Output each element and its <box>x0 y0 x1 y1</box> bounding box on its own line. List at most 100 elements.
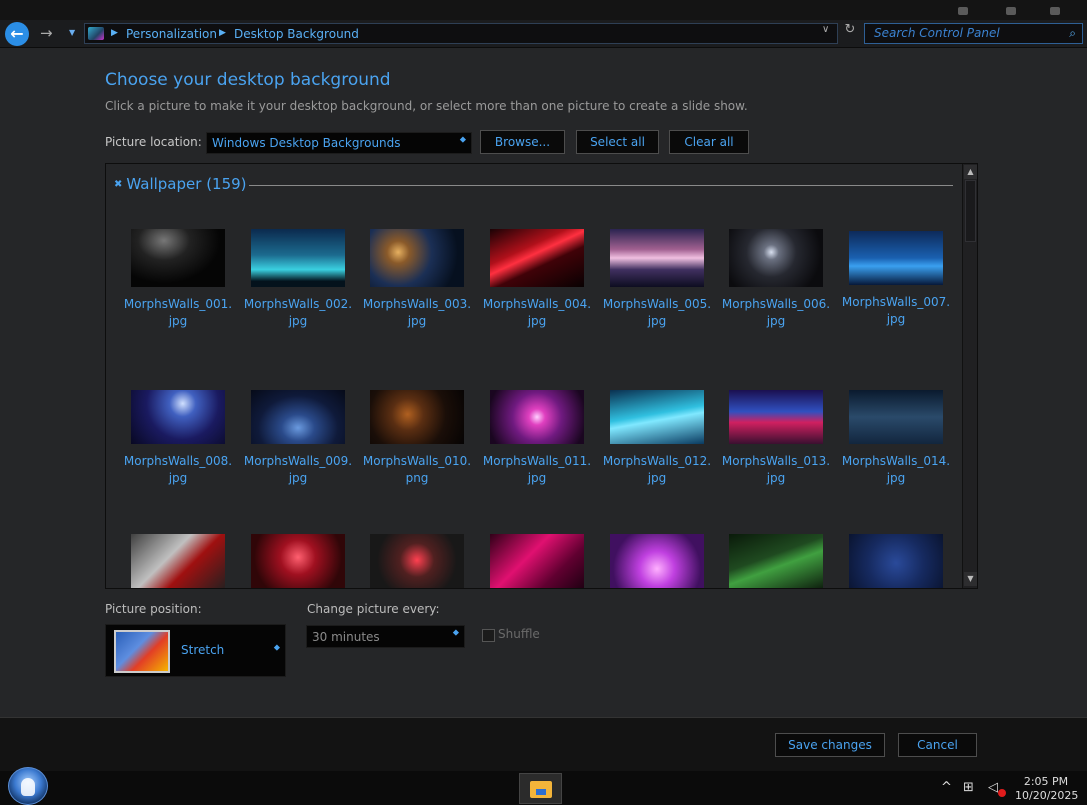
wallpaper-filename: MorphsWalls_001. jpg <box>123 297 233 328</box>
chevron-down-icon: ⬥ <box>459 135 466 145</box>
close-button[interactable] <box>1050 7 1060 15</box>
wallpaper-filename: MorphsWalls_010. png <box>362 454 472 485</box>
wallpaper-image <box>849 534 943 588</box>
scroll-down-icon[interactable]: ▼ <box>964 572 977 586</box>
collapse-icon[interactable]: ✖ <box>114 179 122 190</box>
wallpaper-group-header[interactable]: ✖ Wallpaper (159) <box>114 175 247 193</box>
title-bar <box>0 0 1087 20</box>
wallpaper-thumbnail[interactable] <box>600 534 714 588</box>
page-description: Click a picture to make it your desktop … <box>105 99 748 113</box>
wallpaper-gallery: ✖ Wallpaper (159) MorphsWalls_001. jpg Mor… <box>105 163 978 589</box>
footer-bar: Save changes Cancel <box>0 717 1087 771</box>
wallpaper-image <box>251 534 345 588</box>
wallpaper-image <box>370 534 464 588</box>
position-preview-image <box>114 630 170 673</box>
breadcrumb-separator-icon[interactable]: ▶ <box>111 28 118 38</box>
breadcrumb-personalization[interactable]: Personalization <box>126 27 217 41</box>
wallpaper-filename: MorphsWalls_003. jpg <box>362 297 472 328</box>
wallpaper-filename: MorphsWalls_006. jpg <box>721 297 831 328</box>
wallpaper-filename: MorphsWalls_014. jpg <box>841 454 951 485</box>
address-bar[interactable]: ▶ Personalization ▶ Desktop Background <box>84 23 838 44</box>
shuffle-checkbox[interactable] <box>482 629 495 642</box>
address-history-dropdown-icon[interactable]: ∨ <box>822 24 829 35</box>
wallpaper-thumbnail[interactable]: MorphsWalls_008. jpg <box>121 390 235 487</box>
change-interval-select[interactable]: 30 minutes ⬥ <box>306 625 465 648</box>
search-icon[interactable]: ⌕ <box>1069 26 1076 41</box>
scroll-thumb[interactable] <box>965 180 976 242</box>
wallpaper-image <box>490 390 584 444</box>
wallpaper-thumbnail[interactable]: MorphsWalls_009. jpg <box>241 390 355 487</box>
file-explorer-taskbar-button[interactable] <box>519 773 562 804</box>
wallpaper-thumbnail[interactable]: MorphsWalls_001. jpg <box>121 229 235 330</box>
control-panel-window: ← → ▼ ▶ Personalization ▶ Desktop Backgr… <box>0 0 1087 771</box>
wallpaper-thumbnail[interactable] <box>839 534 953 588</box>
breadcrumb-separator-icon[interactable]: ▶ <box>219 28 226 38</box>
volume-icon[interactable]: ◁ <box>988 780 998 795</box>
minimize-button[interactable] <box>958 7 968 15</box>
wallpaper-image <box>131 534 225 588</box>
wallpaper-thumbnail[interactable] <box>121 534 235 588</box>
wallpaper-thumbnail[interactable]: MorphsWalls_002. jpg <box>241 229 355 330</box>
wallpaper-thumbnail[interactable]: MorphsWalls_004. jpg <box>480 229 594 330</box>
wallpaper-thumbnail[interactable] <box>241 534 355 588</box>
search-box[interactable]: Search Control Panel ⌕ <box>864 23 1083 44</box>
wallpaper-thumbnail[interactable] <box>719 534 833 588</box>
wallpaper-thumbnail[interactable] <box>360 534 474 588</box>
chevron-down-icon: ⬥ <box>273 643 280 653</box>
wallpaper-image <box>729 390 823 444</box>
wallpaper-group-label: Wallpaper (159) <box>126 175 247 193</box>
wallpaper-thumbnail[interactable]: MorphsWalls_005. jpg <box>600 229 714 330</box>
navigation-bar: ← → ▼ ▶ Personalization ▶ Desktop Backgr… <box>0 20 1087 48</box>
forward-button[interactable]: → <box>40 24 53 42</box>
start-button[interactable] <box>8 767 48 805</box>
wallpaper-thumbnail[interactable]: MorphsWalls_012. jpg <box>600 390 714 487</box>
gallery-scrollbar[interactable]: ▲ ▼ <box>962 164 977 588</box>
change-interval-value: 30 minutes <box>312 630 380 644</box>
wallpaper-image <box>849 231 943 285</box>
wallpaper-thumbnail[interactable]: MorphsWalls_011. jpg <box>480 390 594 487</box>
wallpaper-image <box>729 534 823 588</box>
wallpaper-filename: MorphsWalls_009. jpg <box>243 454 353 485</box>
breadcrumb-desktop-background[interactable]: Desktop Background <box>234 27 359 41</box>
clock-time: 2:05 PM <box>1023 775 1069 788</box>
scroll-up-icon[interactable]: ▲ <box>964 165 977 179</box>
group-divider <box>249 185 953 186</box>
wallpaper-image <box>610 229 704 287</box>
wallpaper-thumbnail[interactable] <box>480 534 594 588</box>
browse-button[interactable]: Browse... <box>480 130 565 154</box>
back-button[interactable]: ← <box>5 22 29 46</box>
network-icon[interactable]: ⊞ <box>963 780 974 795</box>
change-interval-label: Change picture every: <box>307 602 440 616</box>
select-all-button[interactable]: Select all <box>576 130 659 154</box>
save-changes-button[interactable]: Save changes <box>775 733 885 757</box>
wallpaper-thumbnail[interactable]: MorphsWalls_013. jpg <box>719 390 833 487</box>
wallpaper-image <box>610 534 704 588</box>
clear-all-button[interactable]: Clear all <box>669 130 749 154</box>
cancel-button[interactable]: Cancel <box>898 733 977 757</box>
search-input[interactable]: Search Control Panel <box>874 26 1000 40</box>
control-panel-icon <box>88 27 104 40</box>
wallpaper-thumbnail[interactable]: MorphsWalls_010. png <box>360 390 474 487</box>
wallpaper-image <box>370 229 464 287</box>
wallpaper-thumbnail[interactable]: MorphsWalls_006. jpg <box>719 229 833 330</box>
wallpaper-image <box>131 390 225 444</box>
wallpaper-filename: MorphsWalls_008. jpg <box>123 454 233 485</box>
maximize-button[interactable] <box>1006 7 1016 15</box>
wallpaper-filename: MorphsWalls_011. jpg <box>482 454 592 485</box>
wallpaper-filename: MorphsWalls_004. jpg <box>482 297 592 328</box>
refresh-icon[interactable]: ↻ <box>841 22 859 42</box>
system-clock[interactable]: 2:05 PM 10/20/2025 <box>1015 775 1079 803</box>
show-hidden-icons-icon[interactable]: ^ <box>941 780 952 795</box>
recent-pages-dropdown-icon[interactable]: ▼ <box>69 28 75 37</box>
picture-position-select[interactable]: Stretch ⬥ <box>105 624 286 677</box>
picture-location-select[interactable]: Windows Desktop Backgrounds ⬥ <box>206 132 472 154</box>
wallpaper-filename: MorphsWalls_007. jpg <box>841 295 951 326</box>
wallpaper-thumbnail[interactable]: MorphsWalls_014. jpg <box>839 390 953 487</box>
wallpaper-thumbnail[interactable]: MorphsWalls_003. jpg <box>360 229 474 330</box>
wallpaper-image <box>131 229 225 287</box>
clock-date: 10/20/2025 <box>1015 789 1079 802</box>
wallpaper-thumbnail[interactable]: MorphsWalls_007. jpg <box>839 229 953 328</box>
wallpaper-image <box>849 390 943 444</box>
wallpaper-filename: MorphsWalls_005. jpg <box>602 297 712 328</box>
start-orb-icon <box>21 778 35 796</box>
